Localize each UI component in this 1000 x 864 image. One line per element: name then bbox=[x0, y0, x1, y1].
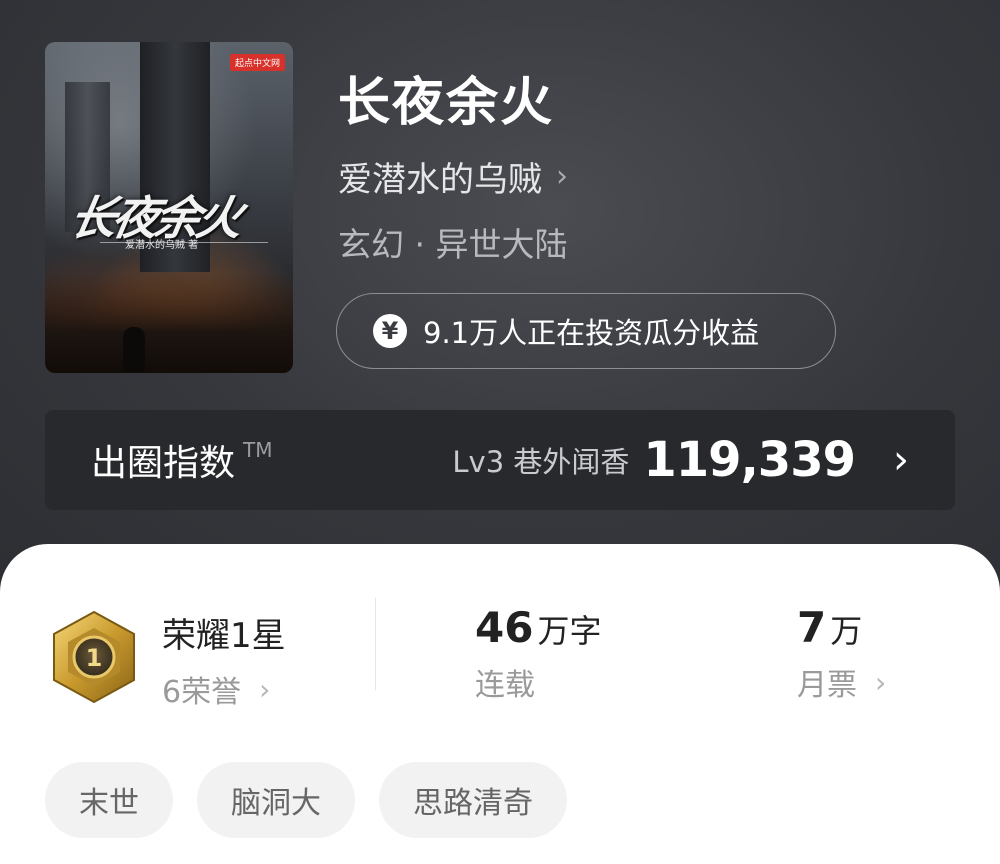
index-score: 119,339 bbox=[643, 432, 856, 488]
book-genre: 玄幻 · 异世大陆 bbox=[338, 225, 568, 264]
honor-medal-icon: 1 bbox=[53, 610, 135, 704]
stats-divider bbox=[375, 598, 376, 690]
chevron-right-icon: › bbox=[259, 672, 271, 706]
honor-title: 荣耀1星 bbox=[162, 616, 286, 656]
word-count-stat: 46 万字 连载 bbox=[475, 603, 601, 704]
popularity-index-bar[interactable]: 出圈指数 TM Lv3 巷外闻香 119,339 › bbox=[45, 410, 955, 510]
invest-label: 9.1万人正在投资瓜分收益 bbox=[423, 316, 760, 350]
monthly-tickets-stat[interactable]: 7 万 月票 › bbox=[797, 603, 886, 704]
book-cover[interactable]: 起点中文网 长夜余火 爱潜水的乌贼 著 bbox=[45, 42, 293, 373]
tag-chip[interactable]: 思路清奇 bbox=[379, 762, 567, 838]
trademark-mark: TM bbox=[243, 438, 273, 462]
cover-author-art: 爱潜水的乌贼 著 bbox=[125, 240, 199, 251]
chevron-right-icon: › bbox=[556, 159, 568, 194]
honor-block[interactable]: 荣耀1星 6荣誉 › bbox=[162, 608, 286, 711]
invest-button[interactable]: ¥ 9.1万人正在投资瓜分收益 bbox=[336, 293, 836, 369]
author-name: 爱潜水的乌贼 bbox=[338, 160, 542, 200]
book-title: 长夜余火 bbox=[338, 72, 555, 133]
chevron-right-icon: › bbox=[893, 437, 909, 483]
tickets-unit: 万 bbox=[830, 612, 863, 650]
word-count-unit: 万字 bbox=[537, 612, 602, 650]
chevron-right-icon: › bbox=[875, 665, 887, 699]
tickets-label: 月票 bbox=[797, 668, 857, 703]
index-label: 出圈指数 bbox=[91, 443, 236, 484]
cover-publisher-badge: 起点中文网 bbox=[229, 54, 285, 71]
tag-chip[interactable]: 末世 bbox=[45, 762, 173, 838]
author-link[interactable]: 爱潜水的乌贼 › bbox=[338, 152, 568, 201]
word-count-number: 46 bbox=[475, 603, 534, 652]
index-level: Lv3 巷外闻香 bbox=[452, 445, 630, 479]
yen-icon: ¥ bbox=[373, 314, 407, 348]
tag-list: 末世 脑洞大 思路清奇 bbox=[45, 762, 567, 838]
serial-status: 连载 bbox=[475, 668, 535, 703]
tickets-number: 7 bbox=[797, 603, 827, 652]
svg-text:1: 1 bbox=[86, 644, 103, 672]
honor-count: 6荣誉 bbox=[162, 675, 242, 710]
tag-chip[interactable]: 脑洞大 bbox=[197, 762, 355, 838]
